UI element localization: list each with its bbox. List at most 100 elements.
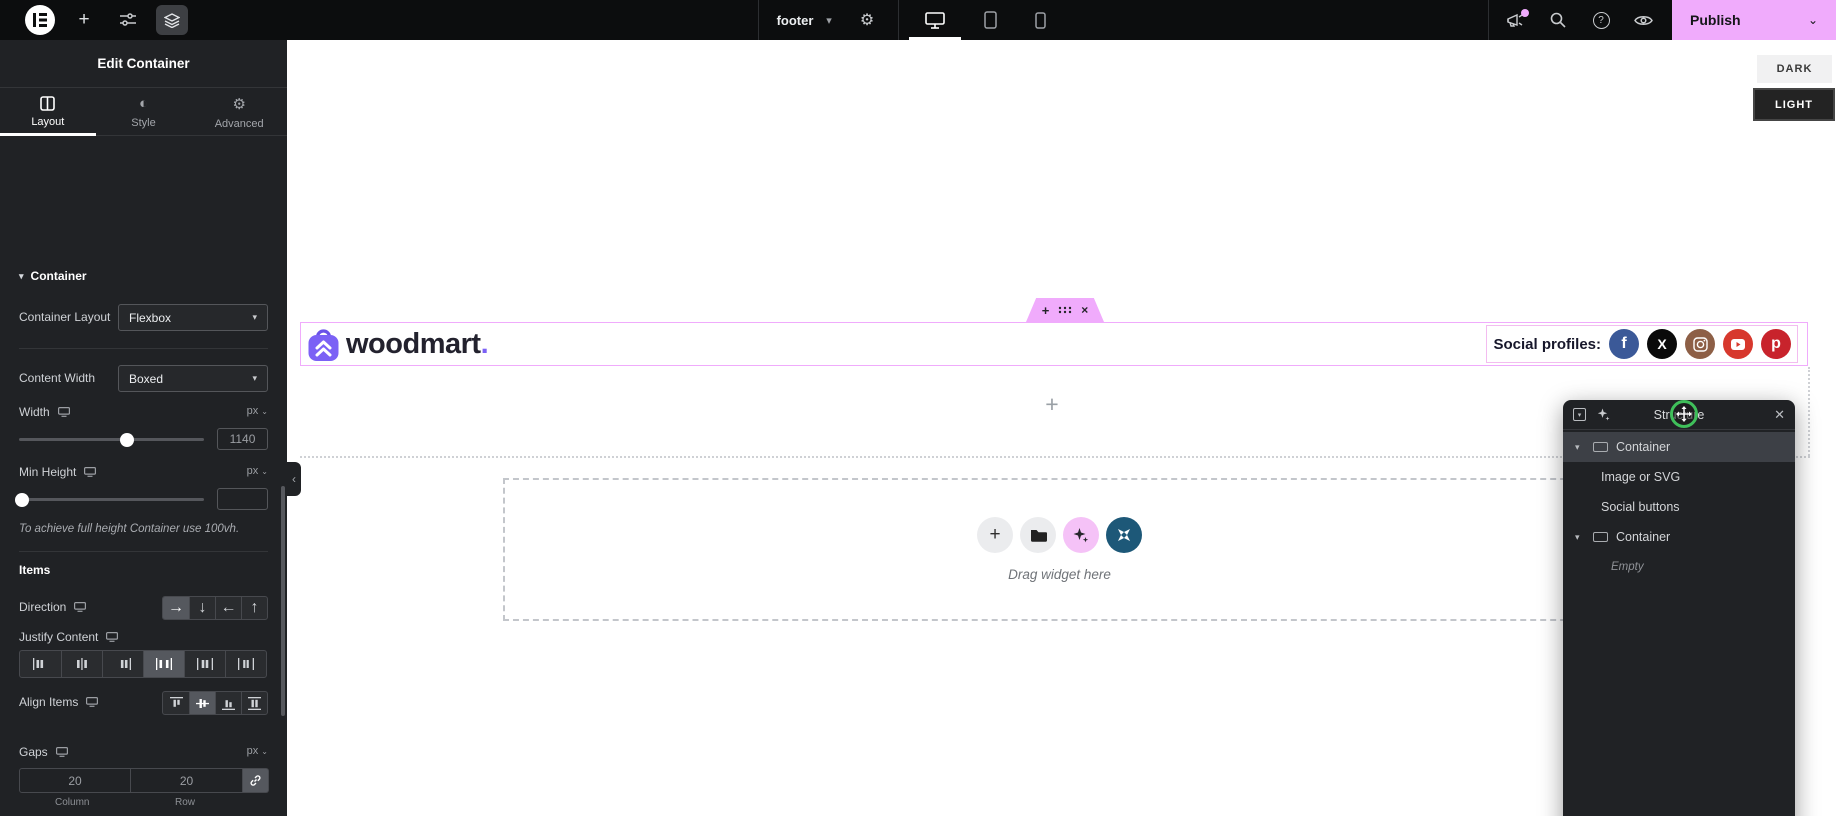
responsive-monitor-icon[interactable] — [86, 697, 99, 707]
settings-sliders-button[interactable] — [114, 0, 142, 40]
section-container-toggle[interactable]: ▾ Container — [19, 269, 268, 283]
mobile-icon — [1034, 11, 1046, 29]
device-tablet-button[interactable] — [968, 0, 1012, 40]
align-end-button[interactable] — [215, 692, 241, 714]
add-section-button[interactable]: + — [1041, 391, 1063, 417]
x-twitter-icon[interactable]: X — [1647, 329, 1677, 359]
handle-drag-icon[interactable] — [1058, 306, 1072, 314]
structure-toggle-button[interactable] — [156, 5, 188, 35]
container-handle[interactable]: + × — [1026, 298, 1104, 322]
width-unit-select[interactable]: px ⌄ — [247, 405, 268, 417]
theme-dark-button[interactable]: DARK — [1757, 55, 1832, 83]
align-start-button[interactable] — [163, 692, 189, 714]
link-values-button[interactable] — [243, 768, 269, 793]
justify-center-icon — [77, 658, 87, 670]
direction-button-group: → ↓ ← ↑ — [162, 596, 268, 620]
align-stretch-button[interactable] — [241, 692, 267, 714]
responsive-monitor-icon[interactable] — [84, 467, 97, 477]
tab-layout[interactable]: Layout — [0, 89, 96, 136]
direction-row-reverse-button[interactable]: ← — [215, 597, 241, 619]
instagram-icon[interactable] — [1685, 329, 1715, 359]
content-width-select[interactable]: Boxed ▾ — [118, 365, 268, 392]
woodmart-bag-icon — [308, 328, 339, 361]
width-slider[interactable] — [19, 432, 204, 447]
device-desktop-button[interactable] — [909, 0, 961, 40]
justify-center-button[interactable] — [61, 651, 102, 677]
align-center-button[interactable] — [189, 692, 215, 714]
min-height-unit-select[interactable]: px ⌄ — [247, 465, 268, 477]
youtube-icon[interactable] — [1723, 329, 1753, 359]
document-name[interactable]: footer — [762, 0, 828, 40]
structure-item-container-2[interactable]: ▾ Container — [1563, 522, 1795, 552]
gaps-unit-select[interactable]: px ⌄ — [247, 745, 268, 757]
justify-content-label: Justify Content — [19, 630, 99, 644]
template-library-button[interactable] — [1020, 517, 1056, 553]
container-layout-select[interactable]: Flexbox ▾ — [118, 304, 268, 331]
ai-builder-button[interactable] — [1063, 517, 1099, 553]
handle-close-icon[interactable]: × — [1081, 303, 1088, 317]
responsive-monitor-icon[interactable] — [106, 632, 119, 642]
structure-item-empty[interactable]: Empty — [1563, 552, 1795, 582]
direction-column-reverse-button[interactable]: ↑ — [241, 597, 267, 619]
dock-panel-icon[interactable]: ▾ — [1573, 408, 1586, 421]
structure-item-container-1[interactable]: ▾ Container — [1563, 432, 1795, 462]
social-buttons-widget[interactable]: Social profiles: f X p — [1486, 325, 1798, 363]
gap-column-input[interactable] — [19, 768, 131, 793]
elementor-logo[interactable] — [22, 0, 58, 40]
device-mobile-button[interactable] — [1018, 0, 1062, 40]
panel-scrollbar[interactable] — [281, 486, 285, 716]
add-element-button[interactable]: + — [70, 0, 98, 40]
structure-item-social-buttons[interactable]: Social buttons — [1563, 492, 1795, 522]
editor-canvas: DARK LIGHT + × woodmart. Social profiles… — [287, 40, 1836, 816]
gaps-label: Gaps — [19, 745, 48, 759]
templates-kit-button[interactable] — [1106, 517, 1142, 553]
gap-row-label: Row — [175, 797, 196, 808]
handle-add-icon[interactable]: + — [1042, 303, 1050, 318]
panel-collapse-button[interactable]: ‹ — [287, 462, 301, 496]
gap-row-input[interactable] — [131, 768, 243, 793]
justify-space-between-button[interactable] — [143, 651, 184, 677]
justify-space-evenly-button[interactable] — [225, 651, 266, 677]
min-height-slider-handle[interactable] — [15, 492, 29, 507]
publish-button[interactable]: Publish — [1690, 12, 1741, 28]
pinterest-icon[interactable]: p — [1761, 329, 1791, 359]
structure-item-image-or-svg[interactable]: Image or SVG — [1563, 462, 1795, 492]
empty-container-dropzone[interactable]: + Drag widget here — [503, 478, 1616, 621]
container-icon — [1593, 442, 1608, 452]
publish-options-chevron-icon[interactable]: ⌄ — [1808, 13, 1818, 27]
facebook-icon[interactable]: f — [1609, 329, 1639, 359]
preview-button[interactable] — [1626, 0, 1660, 40]
ai-sparkle-icon[interactable] — [1597, 408, 1610, 421]
topbar-divider — [898, 0, 899, 40]
min-height-slider[interactable] — [15, 492, 204, 507]
chevron-down-icon[interactable]: ▾ — [1575, 442, 1585, 453]
help-button[interactable]: ? — [1585, 0, 1617, 40]
responsive-monitor-icon[interactable] — [57, 407, 70, 417]
justify-end-button[interactable] — [102, 651, 143, 677]
site-settings-button[interactable]: ⚙ — [852, 0, 882, 40]
responsive-monitor-icon[interactable] — [55, 747, 68, 757]
width-slider-handle[interactable] — [120, 432, 134, 447]
direction-column-button[interactable]: ↓ — [189, 597, 215, 619]
document-switch-chevron-icon[interactable]: ▾ — [820, 0, 838, 40]
theme-light-button[interactable]: LIGHT — [1753, 88, 1835, 121]
finder-search-button[interactable] — [1542, 0, 1574, 40]
site-logo-text: woodmart. — [346, 327, 489, 360]
kit-logo-icon — [1118, 529, 1130, 541]
whats-new-button[interactable] — [1498, 0, 1532, 40]
add-widget-button[interactable]: + — [977, 517, 1013, 553]
tab-advanced[interactable]: ⚙ Advanced — [191, 89, 287, 135]
tab-style[interactable]: ◐ Style — [96, 89, 192, 135]
width-label: Width — [19, 405, 50, 419]
direction-row-button[interactable]: → — [163, 597, 189, 619]
responsive-monitor-icon[interactable] — [74, 602, 87, 612]
width-input[interactable] — [217, 428, 268, 450]
justify-space-around-button[interactable] — [184, 651, 225, 677]
min-height-input[interactable] — [217, 488, 268, 510]
justify-start-button[interactable] — [20, 651, 61, 677]
site-logo[interactable]: woodmart. — [308, 327, 489, 362]
close-icon[interactable]: ✕ — [1774, 407, 1785, 423]
publish-split-button[interactable]: Publish ⌄ — [1672, 0, 1836, 40]
chevron-down-icon[interactable]: ▾ — [1575, 532, 1585, 543]
selected-footer-container[interactable]: woodmart. Social profiles: f X p — [300, 322, 1808, 366]
